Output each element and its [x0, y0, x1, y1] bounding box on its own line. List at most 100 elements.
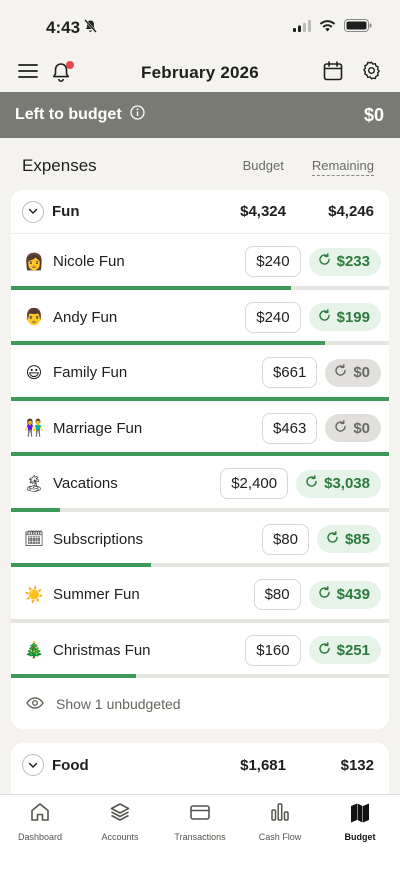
show-unbudgeted-button[interactable]: Show 1 unbudgeted [11, 678, 389, 729]
group-name: Fun [52, 203, 80, 220]
category-budget-input[interactable]: $661 [261, 357, 318, 389]
category-remaining-pill[interactable]: $251 [308, 636, 381, 665]
category-remaining-amount: $251 [336, 641, 370, 659]
category-row[interactable]: 😃 Family Fun $661 $0 [11, 345, 389, 401]
gear-icon[interactable] [361, 60, 382, 86]
group-header[interactable]: Fun $4,324 $4,246 [11, 190, 389, 234]
battery-icon [344, 19, 372, 37]
category-emoji-icon: 🎄 [24, 642, 44, 660]
expenses-section-header: Expenses Budget Remaining [0, 138, 400, 182]
rollover-icon [326, 530, 339, 548]
category-name: Vacations [53, 475, 118, 493]
category-budget-input[interactable]: $240 [245, 246, 301, 278]
category-remaining-pill[interactable]: $0 [325, 358, 381, 387]
home-icon [29, 801, 51, 828]
silent-bell-icon [84, 18, 97, 38]
category-budget-input[interactable]: $463 [261, 412, 318, 444]
section-title: Expenses [22, 156, 97, 175]
rollover-icon [318, 586, 331, 603]
tab-transactions[interactable]: Transactions [160, 795, 240, 869]
category-budget-input[interactable]: $80 [253, 579, 301, 611]
category-remaining-pill[interactable]: $3,038 [296, 469, 381, 498]
category-row[interactable]: ☀️ Summer Fun $80 $439 [11, 567, 389, 623]
notification-dot [66, 61, 74, 69]
tab-accounts[interactable]: Accounts [80, 795, 160, 869]
group-remaining: $4,246 [328, 203, 374, 220]
menu-icon[interactable] [18, 63, 38, 84]
category-budget-input[interactable]: $80 [261, 523, 309, 555]
category-remaining-pill[interactable]: $439 [308, 580, 381, 609]
category-row[interactable]: 👨 Andy Fun $240 $199 [11, 290, 389, 345]
category-name: Andy Fun [53, 308, 118, 326]
column-header-remaining[interactable]: Remaining [311, 158, 374, 176]
category-budget-input[interactable]: $160 [245, 634, 301, 666]
chevron-down-icon[interactable] [22, 754, 44, 776]
group-budget: $1,681 [240, 756, 286, 774]
tab-label: Cash Flow [258, 832, 302, 842]
rollover-icon [318, 308, 331, 326]
category-name: Christmas Fun [53, 641, 151, 659]
bottom-tab-bar: Dashboard Accounts Transactions Cash Flo… [0, 794, 400, 869]
category-name: Family Fun [53, 364, 128, 382]
tab-label: Budget [344, 832, 376, 842]
category-remaining-pill[interactable]: $233 [308, 247, 381, 276]
tab-cash-flow[interactable]: Cash Flow [240, 795, 320, 869]
chevron-down-icon[interactable] [22, 200, 44, 223]
column-header-budget: Budget [242, 158, 284, 173]
progress-bar-fill [11, 674, 136, 678]
notifications-button[interactable] [50, 61, 74, 85]
category-row[interactable]: 👫 Marriage Fun $463 $0 [11, 401, 389, 456]
page-title[interactable]: February 2026 [141, 63, 259, 83]
category-name: Subscriptions [53, 530, 144, 548]
status-bar: 4:43 [0, 0, 400, 56]
left-to-budget-amount: $0 [363, 104, 384, 125]
category-remaining-amount: $85 [344, 530, 370, 548]
category-row[interactable]: 🗓 Subscriptions $80 $85 [11, 512, 389, 567]
category-name: Nicole Fun [53, 253, 125, 271]
bar-chart-icon [269, 801, 291, 828]
rollover-icon [334, 419, 347, 437]
category-emoji-icon: 🏝 [23, 475, 45, 493]
rollover-icon [318, 641, 331, 659]
wifi-icon [319, 19, 336, 37]
category-emoji-icon: 🗓 [23, 531, 45, 549]
category-remaining-amount: $0 [353, 419, 370, 437]
group-budget: $4,324 [240, 203, 286, 220]
left-to-budget-banner[interactable]: Left to budget $0 [0, 92, 400, 138]
calendar-icon[interactable] [323, 60, 343, 86]
tab-budget[interactable]: Budget [320, 795, 400, 869]
category-budget-input[interactable]: $2,400 [220, 468, 289, 500]
status-time: 4:43 [46, 18, 81, 37]
group-name: Food [52, 756, 89, 774]
progress-bar [11, 674, 389, 678]
category-row[interactable]: 🎄 Christmas Fun $160 $251 [11, 623, 389, 678]
category-budget-input[interactable]: $240 [245, 301, 301, 333]
category-row[interactable]: 👩 Nicole Fun $240 $233 [11, 234, 389, 290]
tab-dashboard[interactable]: Dashboard [0, 795, 80, 869]
category-row[interactable]: 🏝 Vacations $2,400 $3,038 [11, 456, 389, 512]
category-emoji-icon: 👨 [24, 309, 44, 327]
category-remaining-amount: $199 [336, 308, 370, 326]
category-list: 👩 Nicole Fun $240 $233 👨 Andy Fun $240 $… [11, 234, 389, 678]
category-remaining-amount: $0 [353, 364, 370, 382]
category-remaining-pill[interactable]: $199 [308, 303, 381, 332]
card-icon [189, 801, 211, 828]
info-icon[interactable] [129, 105, 145, 125]
tab-label: Accounts [101, 832, 139, 842]
category-remaining-amount: $439 [336, 586, 370, 604]
category-remaining-pill[interactable]: $0 [325, 414, 381, 443]
rollover-icon [318, 253, 331, 270]
signal-icon [293, 19, 311, 37]
show-unbudgeted-label: Show 1 unbudgeted [56, 695, 181, 712]
category-name: Marriage Fun [53, 419, 143, 437]
tab-label: Transactions [174, 832, 226, 842]
category-emoji-icon: 👩 [24, 253, 44, 271]
rollover-icon [305, 475, 318, 492]
rollover-icon [334, 364, 347, 381]
category-name: Summer Fun [53, 586, 140, 604]
layers-icon [109, 801, 131, 828]
group-remaining: $132 [340, 756, 374, 774]
map-icon [349, 801, 371, 828]
category-remaining-pill[interactable]: $85 [316, 525, 381, 554]
group-header[interactable]: Food $1,681 $132 [11, 743, 389, 787]
